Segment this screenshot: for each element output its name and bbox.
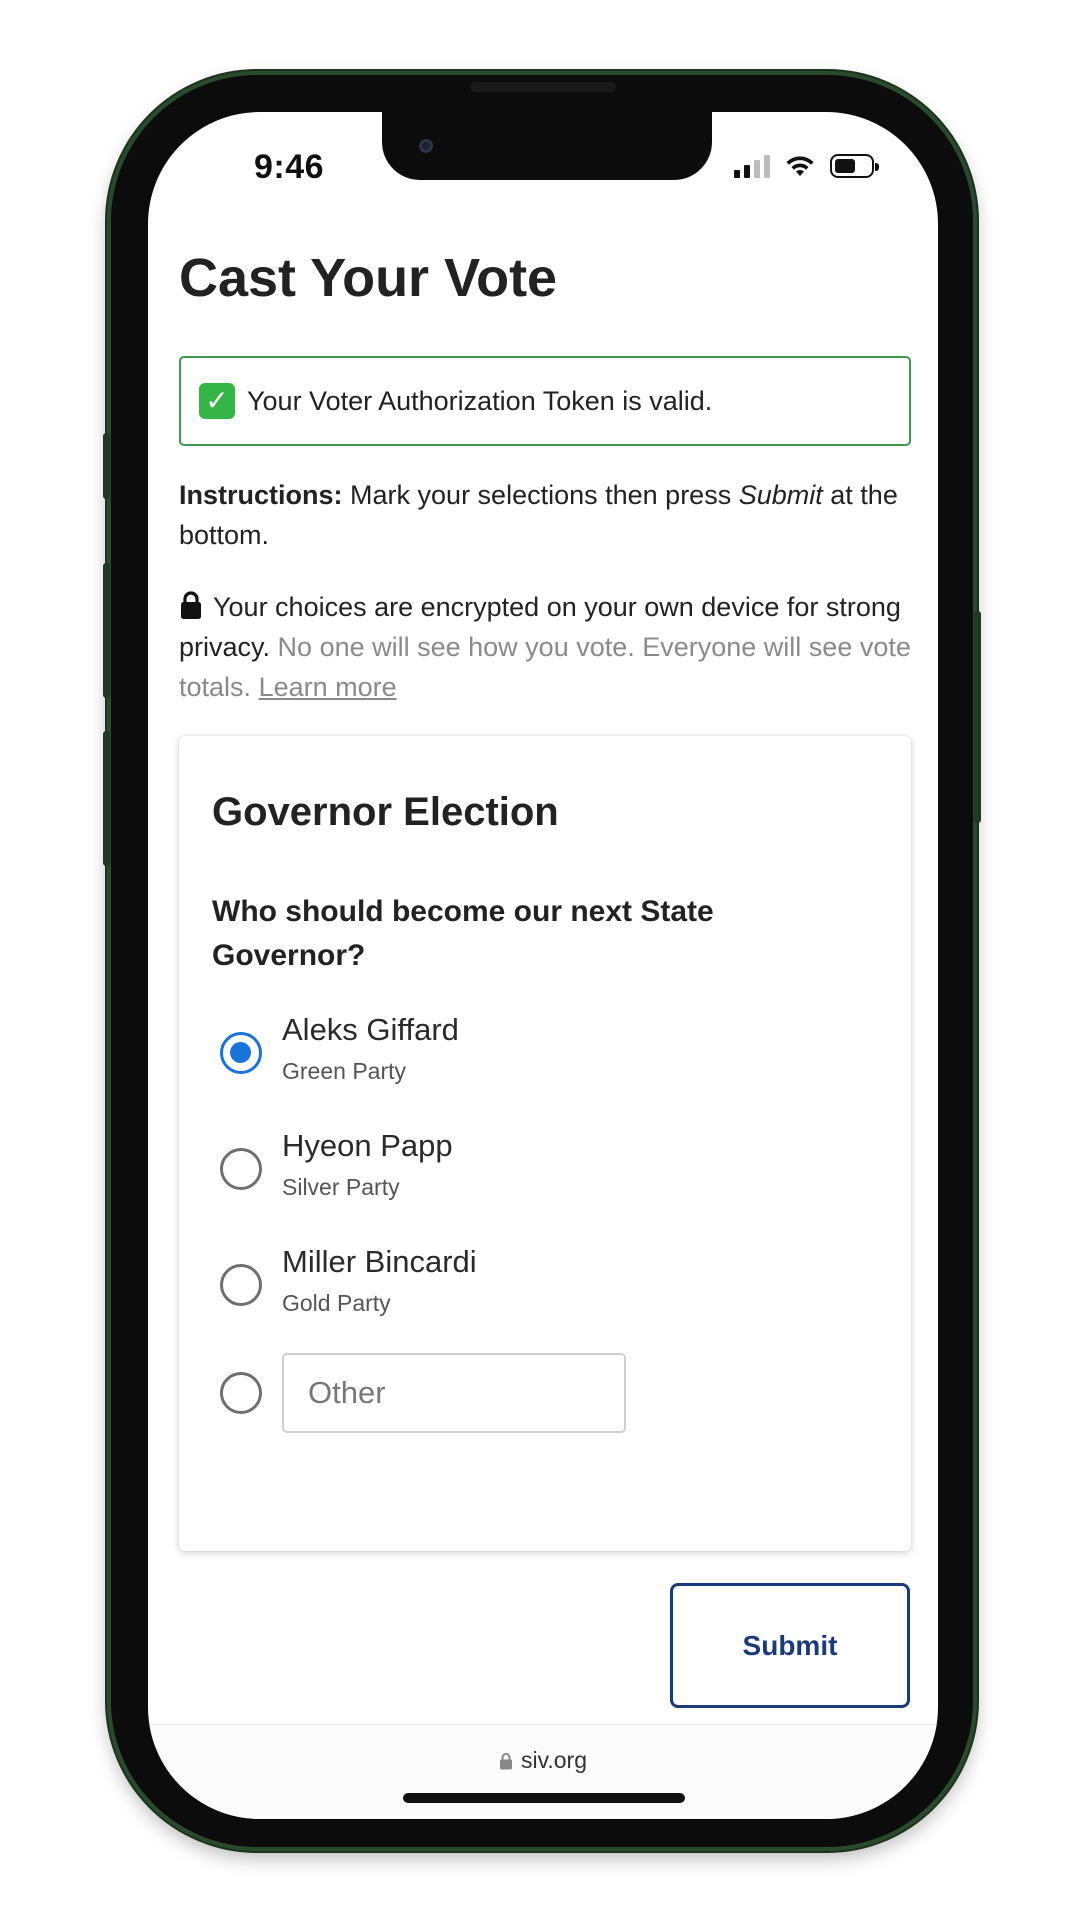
radio-miller-bincardi[interactable] bbox=[220, 1264, 262, 1306]
url-lock-icon bbox=[499, 1752, 512, 1769]
power-button bbox=[974, 611, 981, 823]
notch bbox=[382, 112, 712, 180]
instructions-label: Instructions: bbox=[179, 480, 343, 510]
privacy-notice: Your choices are encrypted on your own d… bbox=[179, 587, 929, 707]
option-miller-bincardi[interactable]: Miller Bincardi Gold Party bbox=[212, 1244, 872, 1334]
candidate-party: Gold Party bbox=[282, 1290, 391, 1316]
wifi-icon bbox=[786, 156, 814, 176]
ballot-card: Governor Election Who should become our … bbox=[179, 736, 911, 1551]
earpiece-speaker bbox=[470, 82, 616, 92]
url-text: siv.org bbox=[520, 1747, 588, 1773]
submit-button[interactable]: Submit bbox=[670, 1583, 910, 1708]
instructions-text: Mark your selections then press bbox=[350, 480, 732, 510]
check-mark-icon: ✓ bbox=[199, 383, 235, 419]
radio-hyeon-papp[interactable] bbox=[220, 1148, 262, 1190]
radio-other[interactable] bbox=[220, 1372, 262, 1414]
token-valid-text: Your Voter Authorization Token is valid. bbox=[247, 385, 713, 416]
ring-switch bbox=[103, 433, 110, 499]
candidate-name: Hyeon Papp bbox=[282, 1128, 453, 1163]
instructions: Instructions: Mark your selections then … bbox=[179, 475, 919, 555]
instructions-emphasis: Submit bbox=[738, 480, 823, 510]
candidate-party: Silver Party bbox=[282, 1174, 400, 1200]
cellular-signal-icon bbox=[734, 154, 770, 178]
option-aleks-giffard[interactable]: Aleks Giffard Green Party bbox=[212, 1012, 872, 1102]
volume-up-button bbox=[103, 563, 110, 698]
status-icons bbox=[734, 154, 879, 178]
learn-more-link[interactable]: Learn more bbox=[259, 672, 397, 702]
ballot-title: Governor Election bbox=[212, 790, 559, 834]
option-hyeon-papp[interactable]: Hyeon Papp Silver Party bbox=[212, 1128, 872, 1218]
other-write-in-input[interactable] bbox=[282, 1353, 626, 1433]
radio-aleks-giffard[interactable] bbox=[220, 1032, 262, 1074]
candidate-name: Aleks Giffard bbox=[282, 1012, 459, 1047]
candidate-name: Miller Bincardi bbox=[282, 1244, 477, 1279]
browser-address-bar[interactable]: siv.org bbox=[148, 1724, 938, 1819]
status-time: 9:46 bbox=[254, 148, 325, 186]
battery-icon bbox=[830, 154, 879, 178]
token-valid-alert: ✓ Your Voter Authorization Token is vali… bbox=[179, 356, 911, 446]
home-indicator[interactable] bbox=[403, 1793, 685, 1803]
front-camera-icon bbox=[419, 139, 433, 153]
page-title: Cast Your Vote bbox=[179, 248, 558, 308]
option-other[interactable] bbox=[212, 1353, 872, 1443]
volume-down-button bbox=[103, 731, 110, 866]
lock-icon bbox=[181, 591, 201, 619]
phone-screen: 9:46 Cast Your Vote ✓ Your Voter Authori… bbox=[148, 112, 938, 1819]
ballot-question: Who should become our next State Governo… bbox=[212, 895, 714, 972]
candidate-party: Green Party bbox=[282, 1058, 406, 1084]
url-display[interactable]: siv.org bbox=[148, 1747, 938, 1774]
